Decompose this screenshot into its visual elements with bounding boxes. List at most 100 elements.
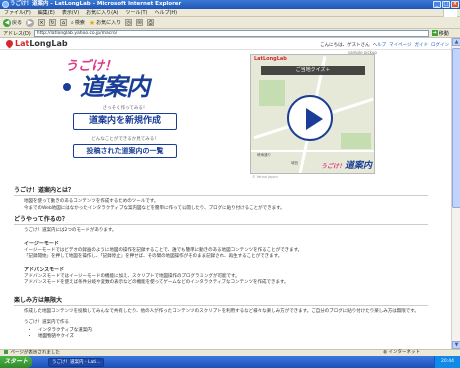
- taskbar: スタート うごけ！道案内 - Lati... 20:44: [0, 356, 460, 368]
- back-label: 戻る: [12, 20, 23, 26]
- go-arrow-icon: ➔: [431, 30, 438, 36]
- menu-bar: ファイル(F) 編集(E) 表示(V) お気に入り(A) ツール(T) ヘルプ(…: [0, 9, 460, 17]
- history-icon[interactable]: ◷: [125, 19, 133, 26]
- advanced-mode-text2: アドバンスモードを使えば条件分岐や変数の表示などの機能を使ってゲームなどのインタ…: [24, 280, 289, 285]
- mini-brand-line2: 道案内: [344, 161, 372, 171]
- menu-tools[interactable]: ツール(T): [126, 9, 148, 16]
- how-section: どうやって作るの？ うごけ！道案内には2つのモードがあります。 イージーモード …: [14, 214, 428, 287]
- site-logo[interactable]: LatLongLab: [4, 38, 68, 49]
- system-tray-clock: 20:44: [434, 356, 460, 368]
- favorites-label: お気に入り: [96, 20, 122, 26]
- page-viewport: LatLongLab こんにちは、ゲストさん ヘルプ マイページ ガイド ログイ…: [0, 38, 451, 349]
- easy-mode-title: イージーモード: [24, 240, 59, 247]
- vertical-scrollbar[interactable]: ▲ ▼: [451, 38, 460, 349]
- mini-brand: うごけ！道案内: [321, 158, 372, 171]
- menu-help[interactable]: ヘルプ(H): [154, 9, 177, 16]
- fun-text: 作成した地図コンテンツを投稿してみんなで共有したり、他の人が作ったコンテンツのス…: [24, 309, 419, 314]
- home-icon[interactable]: ⌂: [60, 19, 68, 26]
- window-controls: _ □ ×: [433, 1, 459, 8]
- map-brand: LatLongLab: [254, 56, 287, 62]
- fun-section: 楽しみ方は無限大 作成した地図コンテンツを投稿してみんなで共有したり、他の人が作…: [14, 295, 428, 340]
- forward-arrow-icon: ▶: [26, 18, 35, 27]
- address-label: アドレス(D): [3, 30, 31, 37]
- windows-logo-icon: [443, 9, 457, 17]
- forward-button[interactable]: ▶: [26, 18, 35, 27]
- minimize-button[interactable]: _: [433, 1, 441, 8]
- close-button[interactable]: ×: [451, 1, 459, 8]
- globe-icon: ◍: [383, 350, 388, 355]
- mypage-link[interactable]: マイページ: [389, 42, 411, 48]
- back-button[interactable]: ◀ 戻る: [3, 18, 23, 27]
- mail-icon[interactable]: ✉: [136, 19, 144, 26]
- zone-label: インターネット: [388, 350, 421, 355]
- map-copyright: © Yahoo Japan: [252, 175, 278, 179]
- hero-logo-line2: 道案内: [80, 73, 150, 101]
- scroll-up-icon[interactable]: ▲: [452, 38, 460, 46]
- create-route-button[interactable]: 道案内を新規作成: [73, 113, 177, 130]
- back-arrow-icon: ◀: [3, 18, 11, 27]
- print-icon[interactable]: ⎙: [147, 19, 155, 26]
- refresh-icon[interactable]: ↻: [49, 19, 57, 26]
- window-title-bar[interactable]: うごけ！道案内 - LatLongLab - Microsoft Interne…: [0, 0, 460, 9]
- hero-left: うごけ！ 道案内 さっそく作ってみる！ 道案内を新規作成 どんなことができるか見…: [55, 55, 195, 190]
- how-text: うごけ！道案内には2つのモードがあります。: [24, 228, 117, 233]
- menu-file[interactable]: ファイル(F): [4, 9, 31, 16]
- street-label: 晴海通り: [257, 153, 271, 157]
- about-section: うごけ！道案内とは？ 地図を使って動きのあるコンテンツを作成するためのツールです…: [14, 185, 428, 212]
- greeting: こんにちは、ゲストさん: [320, 43, 370, 48]
- header-links: こんにちは、ゲストさん ヘルプ マイページ ガイド ログイン: [320, 42, 449, 48]
- list-subtitle: どんなことができるか見てみる！: [91, 137, 159, 142]
- posted-routes-button[interactable]: 投稿された道案内の一覧: [73, 144, 177, 158]
- help-link[interactable]: ヘルプ: [373, 42, 387, 48]
- search-label: 検索: [74, 20, 85, 26]
- create-subtitle: さっそく作ってみる！: [102, 106, 148, 111]
- favorites-button[interactable]: ★ お気に入り: [89, 19, 121, 27]
- brand-prefix: Lat: [15, 39, 30, 48]
- map-park: [341, 133, 371, 149]
- guide-link[interactable]: ガイド: [415, 42, 429, 48]
- brand-rest: LongLab: [29, 39, 68, 48]
- about-title: うごけ！道案内とは？: [14, 185, 428, 196]
- map-road: [251, 150, 374, 152]
- go-button[interactable]: ➔ 移動: [431, 30, 449, 37]
- search-icon: ⌕: [71, 19, 74, 26]
- scroll-down-icon[interactable]: ▼: [452, 341, 460, 349]
- easy-mode-text2: 「記録開始」を押して地図を操作し、「記録停止」を押せば、その間の地図操作がそのま…: [24, 254, 283, 259]
- list-item: 地図物語やクイズ: [38, 334, 428, 340]
- go-label: 移動: [438, 30, 449, 37]
- start-button[interactable]: スタート: [0, 356, 32, 368]
- address-input[interactable]: http://latlonglab.yahoo.co.jp/macro/: [33, 29, 429, 37]
- street-label: 城西: [291, 161, 298, 165]
- map-park: [259, 80, 285, 106]
- menu-view[interactable]: 表示(V): [62, 9, 79, 16]
- examples-list: インタラクティブな道案内 地図物語やクイズ: [38, 328, 428, 340]
- logo-dot-icon: [63, 83, 71, 91]
- fun-title: 楽しみ方は無限大: [14, 295, 428, 306]
- map-pin-icon: [4, 38, 15, 49]
- site-header: LatLongLab こんにちは、ゲストさん ヘルプ マイページ ガイド ログイ…: [0, 38, 451, 50]
- menu-edit[interactable]: 編集(E): [38, 9, 55, 16]
- login-link[interactable]: ログイン: [431, 42, 449, 48]
- scroll-thumb[interactable]: [452, 48, 460, 208]
- mini-brand-line1: うごけ！: [320, 163, 345, 170]
- hero-logo: うごけ！ 道案内: [55, 55, 195, 101]
- stop-icon[interactable]: ×: [38, 19, 46, 26]
- examples-title: うごけ！道案内で作る: [24, 319, 69, 325]
- status-bar: ページが表示されました ◍ インターネット: [0, 349, 460, 356]
- play-icon[interactable]: [287, 95, 333, 141]
- about-text2: 今までのWeb地図にはなかったインタラクティブな案内図などを簡単に作って公開した…: [24, 205, 285, 211]
- window-title: うごけ！道案内 - LatLongLab - Microsoft Interne…: [10, 1, 182, 7]
- page-done-icon: [4, 350, 8, 354]
- advanced-mode-title: アドバンスモード: [24, 266, 65, 273]
- status-text: ページが表示されました: [10, 350, 60, 356]
- menu-favorites[interactable]: お気に入り(A): [86, 9, 118, 16]
- toolbar: ◀ 戻る ▶ × ↻ ⌂ ⌕ 検索 ★ お気に入り ◷ ✉ ⎙: [0, 17, 460, 29]
- quiz-title: ご当地クイズ＋: [261, 66, 365, 75]
- search-button[interactable]: ⌕ 検索: [71, 19, 85, 27]
- taskbar-ie-window[interactable]: うごけ！道案内 - Lati...: [48, 357, 104, 367]
- ie-icon: [2, 1, 9, 8]
- maximize-button[interactable]: □: [442, 1, 450, 8]
- star-icon: ★: [88, 18, 96, 27]
- sample-map-player[interactable]: LatLongLab ご当地クイズ＋ 晴海通り 城西 うごけ！道案内: [250, 54, 375, 174]
- how-title: どうやって作るの？: [14, 214, 428, 225]
